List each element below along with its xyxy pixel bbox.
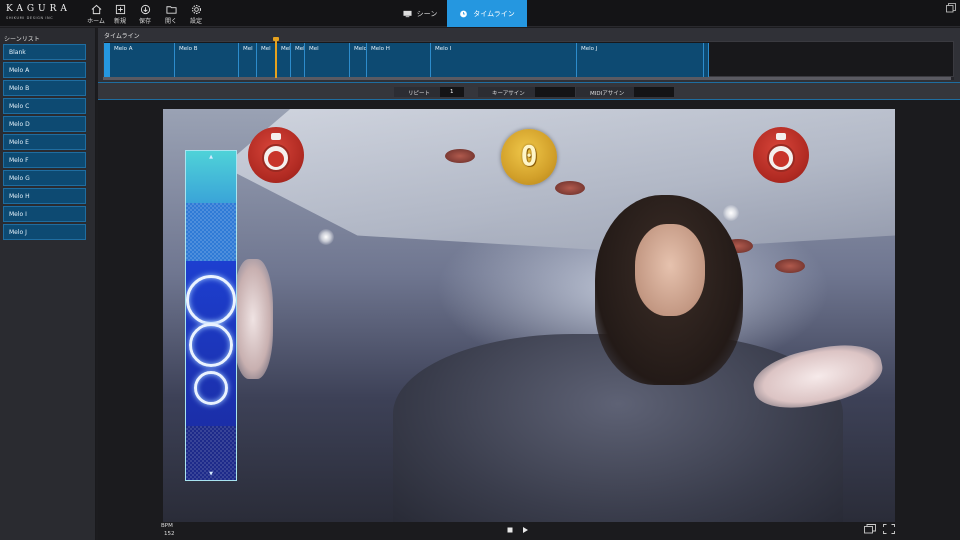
midi-assign-field: MIDIアサイン — [576, 87, 675, 97]
timeline-scene-block[interactable]: Mel — [305, 43, 350, 77]
settings-button[interactable]: 設定 — [186, 4, 206, 26]
tab-timeline[interactable]: タイムライン — [447, 0, 527, 27]
repeat-field: リピート 1 — [394, 87, 465, 97]
note-ring — [194, 371, 228, 405]
scene-item[interactable]: Melo B — [3, 80, 86, 96]
play-icon[interactable] — [521, 526, 529, 534]
scene-item[interactable]: Melo F — [3, 152, 86, 168]
logo-text: KAGURA — [6, 4, 71, 14]
ceiling-lamp — [555, 181, 585, 195]
timeline-scene-block[interactable]: Melo B — [175, 43, 239, 77]
bpm-label: BPM — [161, 523, 173, 529]
new-file-icon — [115, 4, 125, 15]
key-assign-field: キーアサイン — [478, 87, 575, 97]
monitor-icon — [403, 10, 412, 17]
window-layout-icon[interactable] — [864, 524, 876, 534]
save-icon — [140, 4, 150, 15]
timeline-blocks: Melo AMelo BMelMelMelMelo EMelMelo GMelo… — [104, 43, 744, 77]
tab-scene-label: シーン — [416, 9, 438, 18]
timeline-title: タイムライン — [104, 33, 140, 40]
timeline-scene-block[interactable]: Melo E — [291, 43, 305, 77]
coin-counter-value: 0 — [520, 139, 538, 172]
scene-item[interactable]: Melo E — [3, 134, 86, 150]
timeline-panel: タイムライン Melo AMelo BMelMelMelMelo EMelMel… — [98, 28, 960, 82]
scene-item[interactable]: Melo D — [3, 116, 86, 132]
ceiling-light — [318, 229, 334, 245]
repeat-value[interactable]: 1 — [440, 87, 465, 97]
person-face — [635, 224, 705, 316]
scene-item[interactable]: Melo I — [3, 206, 86, 222]
timeline-scene-block[interactable]: Mel — [277, 43, 291, 77]
scene-item[interactable]: Melo J — [3, 224, 86, 240]
scene-item[interactable]: Melo G — [3, 170, 86, 186]
restore-window-icon[interactable] — [946, 3, 956, 13]
drum-pad-right-center — [773, 151, 789, 167]
top-toolbar: KAGURA SHIKUMI DESIGN INC ホーム 新規 保存 開く 設… — [0, 0, 960, 27]
drum-pad-left-center — [268, 151, 284, 167]
person-hand — [233, 259, 273, 379]
repeat-label: リピート — [394, 87, 441, 97]
new-button[interactable]: 新規 — [110, 4, 130, 26]
note-lane[interactable]: ▲ ▼ — [185, 150, 237, 481]
scene-item[interactable]: Blank — [3, 44, 86, 60]
key-assign-label: キーアサイン — [478, 87, 535, 97]
ceiling-lamp — [445, 149, 475, 163]
note-ring — [189, 323, 233, 367]
timeline-scene-block[interactable]: Melo J — [577, 43, 704, 77]
scene-item[interactable]: Melo C — [3, 98, 86, 114]
timeline-scene-block[interactable]: Mel — [257, 43, 277, 77]
lane-up-arrow-icon: ▲ — [209, 154, 213, 160]
coin-counter: 0 — [501, 129, 557, 185]
timeline-scene-block[interactable]: Melo A — [110, 43, 175, 77]
drum-key-badge — [776, 133, 786, 140]
clock-icon — [460, 10, 468, 17]
folder-icon — [165, 6, 177, 14]
home-icon — [91, 4, 101, 15]
timeline-scene-block[interactable]: Melo H — [367, 43, 431, 77]
timeline-scene-block[interactable]: Melo G — [350, 43, 367, 77]
scene-list-title: シーンリスト — [4, 36, 40, 43]
tab-timeline-label: タイムライン — [473, 9, 515, 18]
open-label: 開く — [164, 18, 177, 25]
stop-icon[interactable] — [506, 526, 514, 534]
ceiling-light — [723, 205, 739, 221]
lane-segment — [186, 203, 236, 261]
app-logo: KAGURA SHIKUMI DESIGN INC — [6, 4, 80, 24]
timeline-scrollbar[interactable] — [103, 77, 954, 80]
scene-item[interactable]: Melo A — [3, 62, 86, 78]
kagura-app: KAGURA SHIKUMI DESIGN INC ホーム 新規 保存 開く 設… — [0, 0, 960, 540]
bpm-value: 152 — [164, 531, 175, 537]
timeline-scene-block-end[interactable] — [704, 43, 709, 77]
scene-list-panel: シーンリスト Blank Melo A Melo B Melo C Melo D Melo… — [0, 28, 96, 540]
save-button[interactable]: 保存 — [135, 4, 155, 26]
home-button[interactable]: ホーム — [86, 4, 106, 26]
lane-down-arrow-icon: ▼ — [209, 471, 213, 477]
drum-key-badge — [271, 133, 281, 140]
midi-assign-label: MIDIアサイン — [576, 87, 635, 97]
scene-item[interactable]: Melo H — [3, 188, 86, 204]
home-label: ホーム — [87, 18, 105, 25]
open-button[interactable]: 開く — [161, 4, 181, 26]
drum-pad-right[interactable] — [753, 127, 809, 183]
timeline-scrollbar-thumb[interactable] — [103, 77, 951, 80]
midi-assign-value[interactable] — [634, 87, 675, 97]
fullscreen-icon[interactable] — [883, 524, 895, 534]
scene-info-bar: リピート 1 キーアサイン MIDIアサイン — [98, 82, 960, 100]
ceiling-lamp — [775, 259, 805, 273]
drum-pad-left[interactable] — [248, 127, 304, 183]
logo-subtext: SHIKUMI DESIGN INC — [6, 16, 54, 20]
timeline-scene-block[interactable]: Mel — [239, 43, 257, 77]
key-assign-value[interactable] — [534, 87, 575, 97]
timeline-track[interactable]: Melo AMelo BMelMelMelMelo EMelMelo GMelo… — [103, 41, 954, 77]
camera-preview: 0 ▲ ▼ — [163, 109, 895, 522]
playhead[interactable] — [275, 38, 277, 78]
settings-label: 設定 — [189, 18, 202, 25]
save-label: 保存 — [138, 18, 151, 25]
timeline-scene-block[interactable]: Melo I — [431, 43, 577, 77]
note-ring — [186, 275, 236, 325]
gear-icon — [191, 5, 201, 14]
new-label: 新規 — [113, 18, 126, 25]
